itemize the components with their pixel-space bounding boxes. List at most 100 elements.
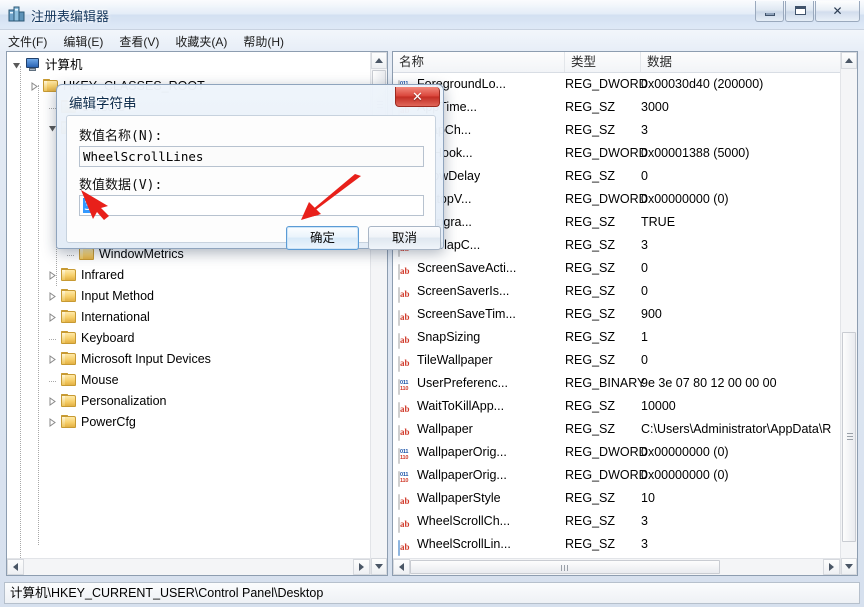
column-header-name[interactable]: 名称	[393, 52, 565, 72]
value-name-input[interactable]: WheelScrollLines	[79, 146, 424, 167]
tree-item-keyboard[interactable]: Keyboard	[7, 328, 372, 349]
table-row[interactable]: esktopV...REG_DWORD0x00000000 (0)	[393, 188, 842, 211]
chevron-right-icon[interactable]	[48, 418, 57, 427]
tree-item-infrared[interactable]: Infrared	[7, 265, 372, 286]
tree-horizontal-scrollbar[interactable]	[7, 558, 370, 575]
edit-string-dialog: 编辑字符串 ✕ 数值名称(N): WheelScrollLines 数值数据(V…	[56, 84, 444, 249]
value-data-cell: 0x00000000 (0)	[641, 441, 841, 464]
binary-value-icon	[398, 445, 413, 460]
value-type-cell: REG_SZ	[565, 349, 615, 372]
value-type-cell: REG_SZ	[565, 418, 615, 441]
tree-item-personalization[interactable]: Personalization	[7, 391, 372, 412]
tree-scroll-up-button[interactable]	[371, 52, 387, 69]
minimize-button[interactable]	[755, 1, 784, 22]
maximize-button[interactable]	[785, 1, 814, 22]
value-type-cell: REG_DWORD	[565, 73, 648, 96]
value-data-cell: 0x00000000 (0)	[641, 464, 841, 487]
list-scrollbar-thumb[interactable]	[842, 332, 856, 542]
table-row[interactable]: SnapSizingREG_SZ1	[393, 326, 842, 349]
table-row[interactable]: WaitToKillApp...REG_SZ10000	[393, 395, 842, 418]
table-row[interactable]: TileWallpaperREG_SZ0	[393, 349, 842, 372]
table-row[interactable]: WallpaperOrig...REG_DWORD0x00000000 (0)	[393, 464, 842, 487]
value-name-cell: UserPreferenc...	[417, 372, 508, 395]
tree-item-input-method[interactable]: Input Method	[7, 286, 372, 307]
chevron-right-icon[interactable]	[48, 313, 57, 322]
table-row[interactable]: ShowDelayREG_SZ0	[393, 165, 842, 188]
table-row[interactable]: n Upgra...REG_SZTRUE	[393, 211, 842, 234]
tree-item-label: Keyboard	[81, 328, 135, 349]
list-column-headers: 名称 类型 数据	[393, 52, 858, 73]
tree-item-powercfg[interactable]: PowerCfg	[7, 412, 372, 433]
tree-item-label: Mouse	[81, 370, 119, 391]
list-scroll-left-button[interactable]	[393, 559, 410, 575]
chevron-right-icon[interactable]	[48, 292, 57, 301]
tree-item-label: PowerCfg	[81, 412, 136, 433]
value-data-cell: 0x00001388 (5000)	[641, 142, 841, 165]
table-row[interactable]: ForegroundLo...REG_DWORD0x00030d40 (2000…	[393, 73, 842, 96]
table-row[interactable]: UserPreferenc... REG_BINARY9e 3e 07 80 12…	[393, 372, 842, 395]
table-row[interactable]: ScreenSaverIs...REG_SZ0	[393, 280, 842, 303]
value-data-cell: 9e 3e 07 80 12 00 00 00	[641, 372, 841, 395]
table-row[interactable]: velHook...REG_DWORD0x00001388 (5000)	[393, 142, 842, 165]
tree-scroll-right-button[interactable]	[353, 559, 370, 575]
menu-item-favorites[interactable]: 收藏夹(A)	[167, 30, 235, 52]
column-header-type[interactable]: 类型	[565, 52, 641, 72]
table-row[interactable]: WheelScrollCh...REG_SZ3	[393, 510, 842, 533]
registry-values-list[interactable]: ForegroundLo...REG_DWORD0x00030d40 (2000…	[393, 73, 842, 561]
chevron-right-icon[interactable]	[48, 355, 57, 364]
tree-scroll-down-button[interactable]	[371, 558, 387, 575]
table-row[interactable]: WallpaperREG_SZC:\Users\Administrator\Ap…	[393, 418, 842, 441]
value-data-cell: 10000	[641, 395, 841, 418]
tree-item-microsoft-input-devices[interactable]: Microsoft Input Devices	[7, 349, 372, 370]
binary-value-icon	[398, 468, 413, 483]
close-button[interactable]: ✕	[815, 1, 860, 22]
ok-button[interactable]: 确定	[286, 226, 359, 250]
window-title: 注册表编辑器	[31, 6, 109, 25]
table-row[interactable]: ScreenSaveActi...REG_SZ0	[393, 257, 842, 280]
value-type-cell: REG_SZ	[565, 96, 615, 119]
value-data-cell: 0	[641, 257, 841, 280]
menu-item-edit[interactable]: 编辑(E)	[55, 30, 111, 52]
value-type-cell: REG_SZ	[565, 234, 615, 257]
value-name-cell: WallpaperOrig...	[417, 441, 507, 464]
tree-item-international[interactable]: International	[7, 307, 372, 328]
list-scroll-right-button[interactable]	[823, 559, 840, 575]
list-vertical-scrollbar[interactable]	[840, 52, 857, 575]
dialog-close-button[interactable]: ✕	[395, 87, 440, 107]
table-row[interactable]: ScreenSaveTim...REG_SZ900	[393, 303, 842, 326]
tree-item-[interactable]: 计算机	[7, 55, 372, 76]
window-titlebar[interactable]: 注册表编辑器 ✕	[0, 0, 864, 30]
value-name-cell: ScreenSaveTim...	[417, 303, 516, 326]
tree-item-mouse[interactable]: Mouse	[7, 370, 372, 391]
list-scroll-down-button[interactable]	[841, 558, 857, 575]
folder-icon	[61, 331, 77, 346]
value-type-cell: REG_SZ	[565, 533, 615, 556]
table-row[interactable]: WallpaperStyleREG_SZ10	[393, 487, 842, 510]
list-horizontal-scrollbar[interactable]	[393, 558, 840, 575]
folder-icon	[61, 352, 77, 367]
value-name-cell: SnapSizing	[417, 326, 480, 349]
menu-item-help[interactable]: 帮助(H)	[235, 30, 292, 52]
dialog-body: 数值名称(N): WheelScrollLines 数值数据(V): 3 确定 …	[66, 115, 436, 243]
value-type-cell: REG_DWORD	[565, 142, 648, 165]
list-h-scrollbar-thumb[interactable]	[410, 560, 720, 574]
cancel-button[interactable]: 取消	[368, 226, 441, 250]
value-type-cell: REG_BINARY	[565, 372, 645, 395]
list-scroll-up-button[interactable]	[841, 52, 857, 69]
table-row[interactable]: OverlapC...REG_SZ3	[393, 234, 842, 257]
table-row[interactable]: erlapCh...REG_SZ3	[393, 119, 842, 142]
menu-item-view[interactable]: 查看(V)	[111, 30, 167, 52]
tree-connector-line	[49, 339, 56, 340]
tree-scroll-left-button[interactable]	[7, 559, 24, 575]
value-data-cell: 0	[641, 349, 841, 372]
value-data-input[interactable]: 3	[79, 195, 424, 216]
table-row[interactable]: WheelScrollLin...REG_SZ3	[393, 533, 842, 556]
chevron-right-icon[interactable]	[48, 397, 57, 406]
binary-value-icon	[398, 376, 413, 391]
folder-icon	[61, 394, 77, 409]
table-row[interactable]: AppTime...REG_SZ3000	[393, 96, 842, 119]
column-header-data[interactable]: 数据	[641, 52, 842, 72]
menu-item-file[interactable]: 文件(F)	[0, 30, 55, 52]
tree-guide-line	[38, 85, 39, 545]
table-row[interactable]: WallpaperOrig...REG_DWORD0x00000000 (0)	[393, 441, 842, 464]
